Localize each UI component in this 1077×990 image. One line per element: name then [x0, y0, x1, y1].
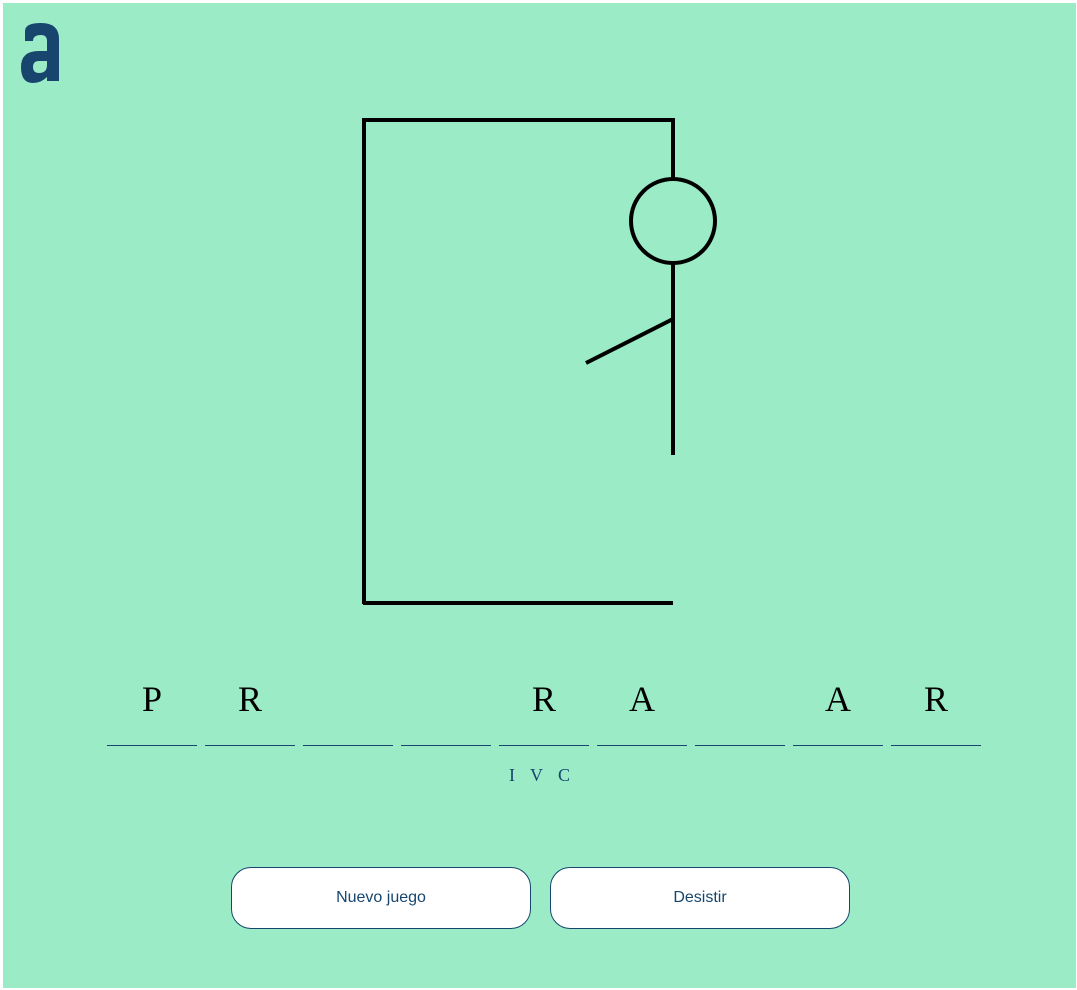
hangman-left-arm [585, 317, 674, 365]
new-game-button[interactable]: Nuevo juego [231, 867, 531, 929]
give-up-button[interactable]: Desistir [550, 867, 850, 929]
letter-slot: A [597, 671, 687, 746]
letter-slot: R [205, 671, 295, 746]
letter-slot: R [891, 671, 981, 746]
action-buttons: Nuevo juego Desistir [231, 867, 850, 929]
slot-letter: A [629, 679, 655, 719]
letter-slot: R [499, 671, 589, 746]
letter-slot [695, 671, 785, 746]
slot-letter: R [923, 679, 948, 719]
wrong-letter: I [508, 765, 515, 785]
slot-letter: P [141, 679, 163, 719]
hangman-head [629, 177, 717, 265]
letter-slot [303, 671, 393, 746]
hangman-drawing [362, 118, 717, 605]
slot-letter: R [237, 679, 262, 719]
letter-slot [401, 671, 491, 746]
wrong-letters: I V C [3, 765, 1076, 786]
letter-slot: A [793, 671, 883, 746]
slot-letter: A [825, 679, 851, 719]
wrong-letter: C [557, 765, 570, 785]
wrong-letter: V [529, 765, 543, 785]
letter-slot: P [107, 671, 197, 746]
word-display: P R R A A R [107, 671, 981, 746]
slot-letter: R [531, 679, 556, 719]
game-screen: P R R A A R I V C Nuevo juego Desistir [3, 3, 1076, 988]
